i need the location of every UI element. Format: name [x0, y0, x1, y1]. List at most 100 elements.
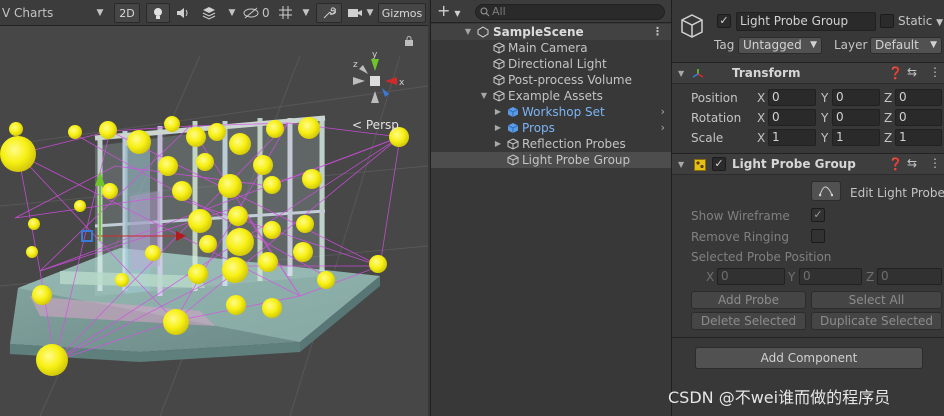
preset-icon[interactable]: ⇆ — [907, 156, 917, 170]
edit-light-probes-button[interactable] — [811, 181, 841, 201]
persp-label[interactable]: < Persp — [352, 118, 399, 132]
light-probe — [102, 183, 118, 199]
active-checkbox[interactable]: ✓ — [717, 14, 731, 28]
help-icon[interactable]: ❓ — [888, 157, 903, 171]
show-wireframe-checkbox[interactable]: ✓ — [811, 208, 825, 222]
rotation-x-field[interactable]: 0 — [768, 109, 816, 126]
remove-ringing-checkbox[interactable] — [811, 229, 825, 243]
hierarchy-item[interactable]: ▶ Workshop Set › — [431, 104, 671, 120]
gizmos-button[interactable]: Gizmos — [378, 3, 426, 23]
fold-open-icon[interactable]: ▼ — [479, 88, 489, 104]
hierarchy-item-selected[interactable]: Light Probe Group — [431, 152, 671, 168]
selected-z-field[interactable]: 0 — [877, 268, 942, 285]
effects-icon[interactable] — [202, 3, 220, 23]
gameobject-icon — [493, 58, 505, 70]
lock-icon[interactable] — [404, 36, 414, 46]
scene-root-row[interactable]: ▼ SampleScene ⋮ — [431, 24, 671, 40]
gameobject-icon — [493, 42, 505, 54]
light-probe — [188, 264, 208, 284]
delete-selected-button[interactable]: Delete Selected — [691, 312, 806, 330]
light-probe — [127, 130, 151, 154]
hierarchy-item[interactable]: ▶ Reflection Probes — [431, 136, 671, 152]
object-name-field[interactable]: Light Probe Group — [736, 12, 876, 31]
rotation-y-field[interactable]: 0 — [832, 109, 880, 126]
chevron-right-icon[interactable]: › — [661, 120, 665, 136]
selected-x-field[interactable]: 0 — [717, 268, 785, 285]
add-object-button[interactable]: + ▼ — [437, 2, 471, 20]
camera-icon[interactable] — [347, 3, 365, 23]
visibility-icon[interactable] — [243, 3, 261, 23]
position-x-field[interactable]: 0 — [768, 89, 816, 106]
scale-x-field[interactable]: 1 — [768, 129, 816, 146]
transform-header[interactable]: ▼ Transform ❓ ⇆ ⋮ — [672, 62, 944, 84]
rotation-z-field[interactable]: 0 — [895, 109, 942, 126]
scene-viewport[interactable]: y x z — [0, 26, 428, 416]
position-y-field[interactable]: 0 — [832, 89, 880, 106]
tag-dropdown[interactable]: Untagged ▼ — [738, 37, 822, 54]
fold-closed-icon[interactable]: ▶ — [493, 104, 503, 120]
hierarchy-item[interactable]: Main Camera — [431, 40, 671, 56]
component-enabled-checkbox[interactable]: ✓ — [712, 157, 726, 171]
hierarchy-item[interactable]: ▼ Example Assets — [431, 88, 671, 104]
chevron-down-icon[interactable]: ▼ — [364, 3, 376, 23]
light-probe — [0, 136, 36, 172]
edit-curve-icon — [818, 186, 834, 197]
static-checkbox[interactable] — [880, 14, 894, 28]
chevron-down-icon[interactable]: ▼ — [94, 3, 106, 23]
audio-icon[interactable] — [176, 3, 194, 23]
mode-2d-toggle[interactable]: 2D — [114, 3, 140, 23]
position-z-field[interactable]: 0 — [895, 89, 942, 106]
more-icon[interactable]: ⋮ — [929, 65, 941, 79]
hierarchy-item[interactable]: Post-process Volume — [431, 72, 671, 88]
wrench-icon[interactable] — [316, 3, 342, 23]
light-probe — [262, 298, 282, 318]
selected-y-field[interactable]: 0 — [799, 268, 862, 285]
layer-label: Layer — [834, 38, 868, 52]
hierarchy-toolbar: + ▼ All — [431, 0, 671, 23]
lightbulb-icon[interactable] — [146, 3, 170, 23]
inspector-panel: ✓ Light Probe Group Static ▼ Tag Untagge… — [671, 0, 944, 416]
light-probe — [188, 209, 212, 233]
edit-light-probes-label: Edit Light Probes — [850, 186, 944, 200]
chevron-down-icon[interactable]: ▼ — [226, 3, 238, 23]
gameobject-icon — [507, 154, 519, 166]
svg-text:z: z — [353, 60, 358, 70]
scale-z-field[interactable]: 1 — [895, 129, 942, 146]
layer-dropdown[interactable]: Default ▼ — [870, 37, 942, 54]
search-input[interactable]: All — [475, 4, 665, 20]
more-icon[interactable]: ⋮ — [929, 156, 941, 170]
shading-mode-dropdown[interactable]: V Charts — [2, 3, 53, 23]
fold-closed-icon[interactable]: ▶ — [493, 136, 503, 152]
duplicate-selected-button[interactable]: Duplicate Selected — [811, 312, 942, 330]
hierarchy-item[interactable]: ▶ Props › — [431, 120, 671, 136]
light-probe — [228, 206, 248, 226]
chevron-down-icon[interactable]: ▼ — [300, 3, 312, 23]
light-probe — [186, 127, 206, 147]
more-icon[interactable]: ⋮ — [652, 24, 663, 40]
light-probe — [263, 221, 281, 239]
scene-view[interactable]: V Charts ▼ 2D ▼ 0 ▼ ▼ Gizmos y x z < Per… — [0, 0, 428, 416]
svg-text:x: x — [399, 78, 405, 88]
light-probe — [163, 309, 189, 335]
fold-open-icon[interactable]: ▼ — [678, 63, 684, 84]
transform-icon — [692, 69, 704, 78]
fold-closed-icon[interactable]: ▶ — [493, 120, 503, 136]
light-probe — [302, 169, 322, 189]
fold-open-icon[interactable]: ▼ — [463, 24, 473, 40]
help-icon[interactable]: ❓ — [888, 66, 903, 80]
scale-y-field[interactable]: 1 — [832, 129, 880, 146]
preset-icon[interactable]: ⇆ — [907, 65, 917, 79]
light-probe — [229, 133, 251, 155]
select-all-button[interactable]: Select All — [811, 291, 942, 309]
hierarchy-item[interactable]: Directional Light — [431, 56, 671, 72]
light-probe — [158, 156, 178, 176]
fold-open-icon[interactable]: ▼ — [678, 154, 684, 175]
add-component-button[interactable]: Add Component — [695, 347, 923, 369]
static-dropdown[interactable]: Static ▼ — [898, 14, 943, 28]
add-probe-button[interactable]: Add Probe — [691, 291, 806, 309]
light-probe — [36, 344, 68, 376]
light-probe — [196, 153, 214, 171]
light-probe-group-header[interactable]: ▼ ✓ Light Probe Group ❓ ⇆ ⋮ — [672, 153, 944, 175]
chevron-right-icon[interactable]: › — [661, 104, 665, 120]
grid-icon[interactable] — [278, 3, 296, 23]
